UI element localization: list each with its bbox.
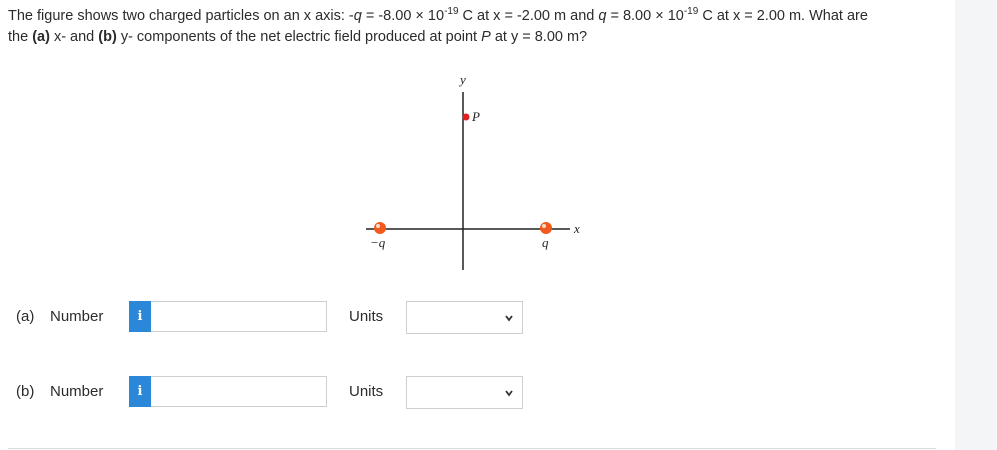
info-button[interactable]: i <box>129 301 151 332</box>
units-label: Units <box>349 308 384 325</box>
number-input-a[interactable] <box>151 301 327 332</box>
point-p-label: P <box>471 109 480 124</box>
chevron-down-icon <box>505 390 513 397</box>
charge-highlight <box>376 224 380 228</box>
units-select-a[interactable] <box>406 301 523 334</box>
charge-diagram: y x P −q q <box>366 72 580 270</box>
divider <box>8 448 936 449</box>
number-input-b[interactable] <box>151 376 327 407</box>
info-button[interactable]: i <box>129 376 151 407</box>
units-label: Units <box>349 383 384 400</box>
positive-charge-label: q <box>542 235 549 250</box>
x-axis-label: x <box>573 221 580 236</box>
y-axis-label: y <box>458 72 466 87</box>
number-label: Number <box>50 308 104 325</box>
positive-charge <box>540 222 552 234</box>
units-select-b[interactable] <box>406 376 523 409</box>
part-b-label: (b) <box>16 383 35 400</box>
chevron-down-icon <box>505 315 513 322</box>
number-label: Number <box>50 383 104 400</box>
part-a-label: (a) <box>16 308 35 325</box>
negative-charge <box>374 222 386 234</box>
point-p-marker <box>462 113 470 121</box>
charge-highlight <box>542 224 546 228</box>
negative-charge-label: −q <box>370 235 386 250</box>
